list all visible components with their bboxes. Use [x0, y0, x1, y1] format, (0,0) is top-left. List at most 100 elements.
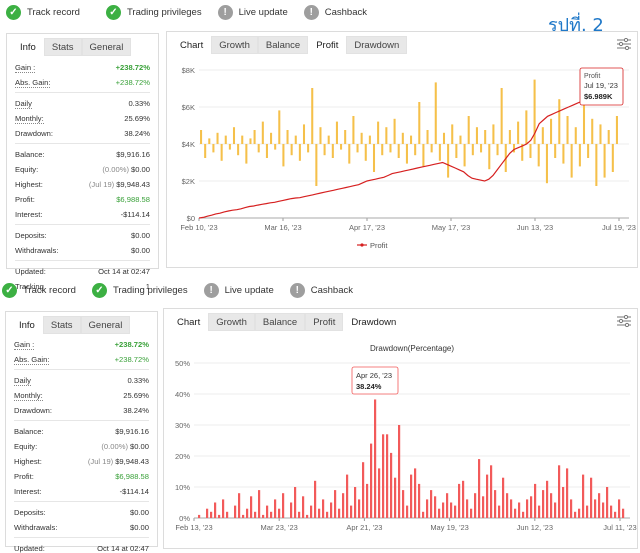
drawdown-bar — [254, 511, 257, 518]
profit-bar — [467, 116, 470, 144]
chart-panel-bottom: Chart Growth Balance Profit Drawdown Dra… — [163, 308, 638, 549]
monthly-value: 25.69% — [124, 114, 150, 123]
profit-bar — [237, 144, 240, 156]
tab-drawdown[interactable]: Drawdown — [346, 36, 408, 54]
badge-track-record[interactable]: ✓ Track record — [2, 282, 76, 298]
profit-bar — [430, 144, 433, 153]
withdrawals-label: Withdrawals: — [14, 523, 58, 532]
drawdown-bar — [434, 496, 437, 518]
badge-live-update[interactable]: ! Live update — [217, 4, 288, 20]
profit-bar — [471, 144, 474, 156]
tab-chart[interactable]: Chart — [169, 313, 209, 331]
profit-bar — [438, 144, 441, 161]
drawdown-bar — [362, 462, 365, 518]
badge-bar-bottom: ✓ Track record ✓ Trading privileges ! Li… — [0, 278, 367, 302]
profit-bar — [389, 144, 392, 153]
drawdown-bar — [378, 468, 381, 518]
profit-bar — [307, 144, 310, 153]
profit-label: Profit: — [14, 472, 34, 481]
drawdown-bar — [542, 490, 545, 518]
profit-bar — [615, 116, 618, 144]
highest-value: (Jul 19) $9,948.43 — [87, 457, 149, 466]
profit-bar — [232, 127, 236, 144]
profit-bar — [558, 99, 561, 144]
profit-bar — [574, 127, 577, 144]
drawdown-bar — [338, 508, 341, 518]
drawdown-bar — [310, 505, 313, 518]
profit-bar — [224, 135, 227, 144]
drawdown-bar — [582, 474, 585, 518]
legend-label: Profit — [370, 241, 388, 250]
tab-info[interactable]: Info — [12, 38, 44, 56]
drawdown-bar — [382, 434, 385, 518]
profit-bar — [265, 144, 268, 158]
highest-value: (Jul 19) $9,948.43 — [88, 180, 150, 189]
drawdown-chart[interactable]: Drawdown(Percentage) 0% 10% 20% 30% 40% 50% Feb… — [164, 333, 637, 549]
tab-drawdown[interactable]: Drawdown — [343, 313, 405, 331]
drawdown-bar — [266, 505, 269, 518]
drawdown-bar — [538, 505, 541, 518]
interest-label: Interest: — [14, 487, 42, 496]
profit-bar — [611, 144, 614, 172]
tab-growth[interactable]: Growth — [211, 36, 258, 54]
tab-growth[interactable]: Growth — [208, 313, 255, 331]
profit-bar — [364, 144, 367, 161]
profit-bar — [348, 144, 351, 164]
y-tick-label: $0 — [187, 214, 195, 223]
tab-chart[interactable]: Chart — [172, 36, 212, 54]
drawdown-bar — [558, 465, 561, 518]
tab-stats[interactable]: Stats — [42, 316, 81, 334]
drawdown-bar — [290, 502, 293, 518]
drawdown-bar — [282, 493, 285, 518]
check-icon: ✓ — [2, 282, 17, 298]
badge-track-record[interactable]: ✓ Track record — [6, 4, 80, 20]
badge-trading-privileges[interactable]: ✓ Trading privileges — [105, 4, 202, 20]
tab-info[interactable]: Info — [11, 316, 43, 334]
profit-bar — [331, 144, 334, 158]
settings-icon[interactable] — [617, 38, 631, 50]
tab-profit[interactable]: Profit — [308, 36, 347, 54]
tab-profit[interactable]: Profit — [305, 313, 344, 331]
profit-bar — [607, 130, 610, 144]
profit-bar — [220, 144, 223, 161]
tab-balance[interactable]: Balance — [257, 36, 309, 54]
tab-balance[interactable]: Balance — [254, 313, 306, 331]
tooltip-date: Apr 26, '23 — [356, 371, 392, 380]
drawdown-bar — [550, 493, 553, 518]
profit-bar — [496, 144, 499, 156]
profit-bar — [261, 121, 264, 144]
profit-value: $6,988.58 — [116, 195, 150, 204]
badge-cashback[interactable]: ! Cashback — [303, 4, 367, 20]
updated-value: Oct 14 at 02:47 — [97, 544, 149, 553]
profit-bar — [298, 144, 301, 161]
withdrawals-label: Withdrawals: — [15, 246, 59, 255]
tab-general[interactable]: General — [80, 316, 131, 334]
interest-label: Interest: — [15, 210, 43, 219]
tab-stats[interactable]: Stats — [43, 38, 82, 56]
daily-value: 0.33% — [128, 99, 150, 108]
x-tick-label: May 19, '23 — [430, 523, 469, 532]
chart-tabs: Chart Growth Balance Profit Drawdown — [172, 36, 637, 54]
profit-bar — [545, 144, 548, 184]
legend-marker — [360, 243, 364, 247]
drawdown-bar — [490, 465, 493, 518]
profit-bar — [335, 121, 338, 144]
profit-bar — [212, 144, 215, 153]
badge-live-update[interactable]: ! Live update — [203, 282, 274, 298]
monthly-value: 25.69% — [123, 391, 149, 400]
drawdown-bar — [590, 477, 593, 518]
exclamation-icon: ! — [289, 282, 305, 298]
updated-label: Updated: — [15, 267, 46, 276]
profit-bar — [451, 124, 454, 144]
profit-bar — [426, 130, 429, 144]
badge-cashback[interactable]: ! Cashback — [289, 282, 353, 298]
profit-chart[interactable]: $0 $2K $4K $6K $8K Feb 10, '23 Mar 16, '23 Apr … — [167, 56, 637, 268]
tab-general[interactable]: General — [81, 38, 132, 56]
profit-bar — [508, 130, 511, 144]
equity-label: Equity: — [15, 165, 39, 174]
profit-bar — [228, 144, 231, 150]
profit-bar — [245, 144, 248, 164]
badge-trading-privileges[interactable]: ✓ Trading privileges — [91, 282, 188, 298]
settings-icon[interactable] — [617, 315, 631, 327]
profit-bar — [294, 135, 297, 144]
